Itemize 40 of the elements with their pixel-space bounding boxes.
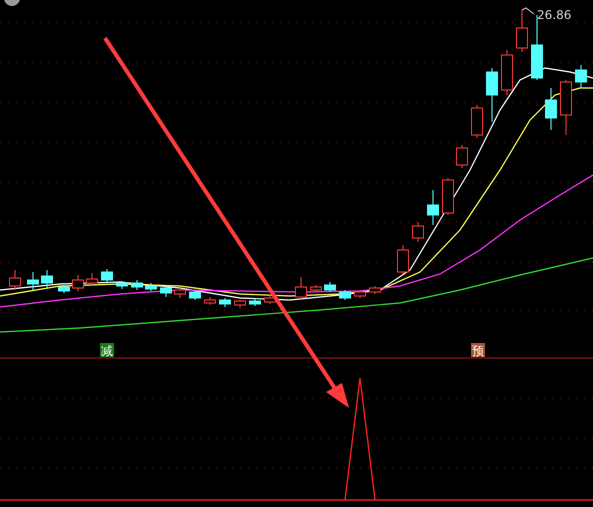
candlestick (456, 144, 468, 168)
candlestick (501, 50, 513, 96)
candlestick (486, 68, 498, 122)
candlestick (310, 284, 322, 292)
signal-marker: 预 (471, 343, 485, 358)
candlestick (160, 284, 172, 298)
candlestick (249, 298, 261, 306)
candlestick (575, 64, 587, 88)
candlestick (471, 104, 483, 138)
candlestick (264, 294, 276, 304)
candlestick (560, 80, 572, 136)
candlestick (41, 270, 53, 288)
candlestick (516, 10, 528, 52)
candlestick (27, 272, 39, 290)
candlestick (412, 222, 424, 242)
candlestick (354, 290, 366, 298)
candlestick (545, 88, 557, 130)
candlestick (397, 244, 409, 274)
candlestick (72, 274, 84, 292)
candlestick (58, 284, 70, 294)
candlestick (339, 290, 351, 300)
candlestick (442, 178, 454, 216)
candlestick (369, 286, 381, 294)
candlestick (86, 272, 98, 286)
candlestick (145, 282, 157, 292)
leader-line (522, 7, 534, 14)
candlestick (174, 288, 186, 298)
candlestick (204, 296, 216, 306)
candlestick (427, 190, 439, 226)
candlestick (189, 290, 201, 300)
signal-marker: 减 (100, 343, 114, 358)
candlestick (116, 280, 128, 290)
high-price-label: 26.86 (537, 8, 572, 22)
candlestick (219, 298, 231, 308)
candlestick (295, 276, 307, 300)
candlestick (9, 270, 21, 290)
candlestick (101, 268, 113, 282)
candlestick (234, 300, 246, 308)
candlestick (324, 282, 336, 292)
candlestick (131, 280, 143, 290)
